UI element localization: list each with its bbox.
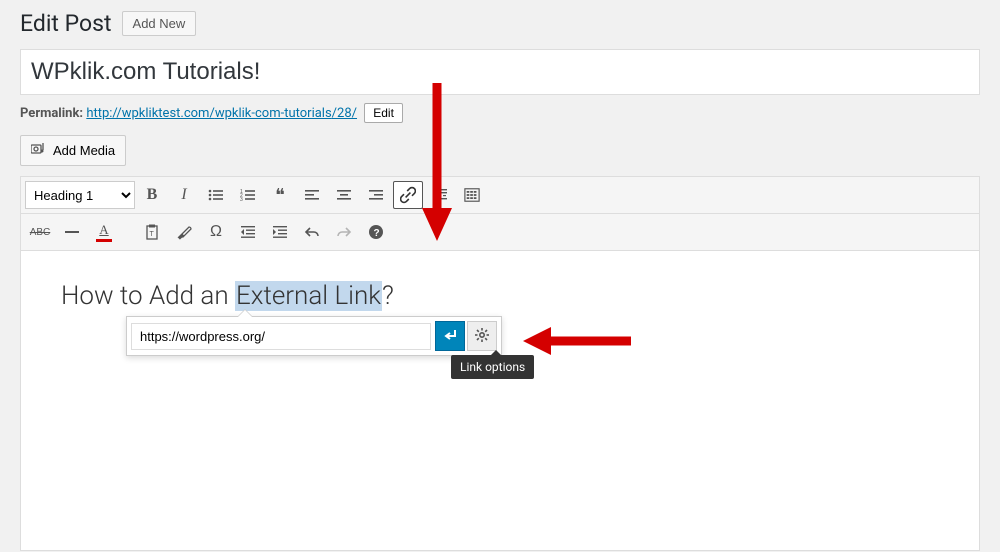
special-character-button[interactable]: Ω bbox=[201, 218, 231, 246]
link-apply-button[interactable] bbox=[435, 321, 465, 351]
editor-content[interactable]: How to Add an External Link? Link option… bbox=[20, 251, 980, 551]
content-heading: How to Add an External Link? bbox=[61, 281, 939, 311]
permalink-edit-button[interactable]: Edit bbox=[364, 103, 403, 123]
svg-text:?: ? bbox=[374, 228, 380, 239]
camera-music-icon bbox=[31, 142, 47, 159]
undo-button[interactable] bbox=[297, 218, 327, 246]
enter-icon bbox=[442, 327, 458, 346]
format-select[interactable]: Heading 1 bbox=[25, 181, 135, 209]
toolbar-row-2: ABC A T Ω bbox=[20, 214, 980, 251]
help-button[interactable]: ? bbox=[361, 218, 391, 246]
link-options-tooltip: Link options bbox=[451, 355, 534, 379]
link-url-input[interactable] bbox=[131, 323, 431, 350]
strikethrough-button[interactable]: ABC bbox=[25, 218, 55, 246]
align-right-button[interactable] bbox=[361, 181, 391, 209]
outdent-button[interactable] bbox=[233, 218, 263, 246]
blockquote-button[interactable]: ❝ bbox=[265, 181, 295, 209]
permalink-link[interactable]: http://wpkliktest.com/wpklik-com-tutoria… bbox=[86, 106, 357, 121]
redo-button[interactable] bbox=[329, 218, 359, 246]
page-title: Edit Post bbox=[20, 10, 112, 37]
bold-button[interactable]: B bbox=[137, 181, 167, 209]
link-options-button[interactable] bbox=[467, 321, 497, 351]
toolbar-toggle-button[interactable] bbox=[457, 181, 487, 209]
link-inline-popup bbox=[126, 316, 502, 356]
text-color-dropdown[interactable] bbox=[121, 218, 135, 246]
indent-button[interactable] bbox=[265, 218, 295, 246]
add-media-label: Add Media bbox=[53, 143, 115, 158]
add-media-button[interactable]: Add Media bbox=[20, 135, 126, 166]
selected-text: External Link bbox=[235, 281, 382, 311]
add-new-button[interactable]: Add New bbox=[122, 11, 197, 36]
read-more-button[interactable] bbox=[425, 181, 455, 209]
post-title-input[interactable] bbox=[20, 49, 980, 95]
horizontal-rule-button[interactable] bbox=[57, 218, 87, 246]
annotation-arrow-horizontal bbox=[521, 321, 641, 361]
clear-formatting-button[interactable] bbox=[169, 218, 199, 246]
toolbar-row-1: Heading 1 B I 123 ❝ bbox=[20, 176, 980, 214]
svg-text:3: 3 bbox=[240, 197, 243, 202]
svg-text:T: T bbox=[150, 231, 155, 238]
paste-text-button[interactable]: T bbox=[137, 218, 167, 246]
italic-button[interactable]: I bbox=[169, 181, 199, 209]
gear-icon bbox=[474, 327, 490, 346]
insert-link-button[interactable] bbox=[393, 181, 423, 209]
bullet-list-button[interactable] bbox=[201, 181, 231, 209]
align-left-button[interactable] bbox=[297, 181, 327, 209]
align-center-button[interactable] bbox=[329, 181, 359, 209]
text-color-button[interactable]: A bbox=[89, 218, 119, 246]
permalink-label: Permalink: bbox=[20, 106, 83, 121]
numbered-list-button[interactable]: 123 bbox=[233, 181, 263, 209]
permalink-row: Permalink: http://wpkliktest.com/wpklik-… bbox=[20, 103, 980, 123]
